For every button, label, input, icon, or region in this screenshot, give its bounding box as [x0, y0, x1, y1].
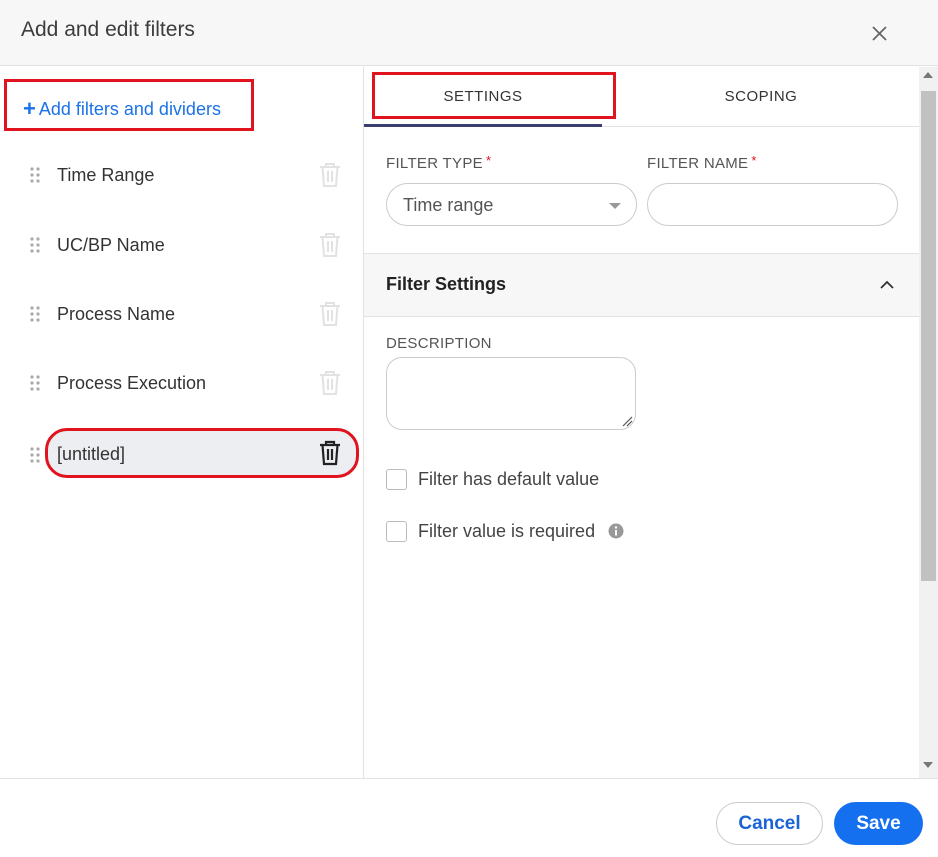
value-required-checkbox-row[interactable]: Filter value is required	[386, 520, 636, 544]
trash-icon[interactable]	[318, 440, 342, 466]
dialog-footer: Cancel Save	[0, 778, 938, 857]
cancel-button[interactable]: Cancel	[716, 802, 823, 845]
trash-icon[interactable]	[318, 232, 342, 258]
drag-handle-icon[interactable]	[29, 374, 41, 392]
filter-settings-section-header[interactable]: Filter Settings	[364, 253, 919, 317]
drag-handle-icon[interactable]	[29, 446, 41, 464]
save-button[interactable]: Save	[834, 802, 923, 845]
trash-icon[interactable]	[318, 370, 342, 396]
resize-grip-icon[interactable]	[621, 415, 633, 427]
filter-name-label: FILTER NAME *	[647, 153, 757, 172]
checkbox-label: Filter value is required	[418, 521, 596, 541]
default-value-checkbox[interactable]	[386, 469, 407, 490]
filter-item-uc-bp-name[interactable]: UC/BP Name	[0, 222, 364, 268]
add-filters-label: Add filters and dividers	[38, 99, 221, 119]
active-tab-indicator	[364, 124, 602, 127]
filter-item-process-execution[interactable]: Process Execution	[0, 360, 364, 406]
add-filters-highlight: + Add filters and dividers	[4, 79, 254, 131]
scroll-up-arrow-icon[interactable]	[923, 72, 933, 78]
chevron-up-icon[interactable]	[878, 276, 896, 294]
filter-type-value: Time range	[403, 195, 494, 215]
filter-item-label: [untitled]	[57, 444, 126, 464]
required-marker: *	[751, 153, 757, 168]
dialog-header: Add and edit filters	[0, 0, 938, 66]
filter-type-label: FILTER TYPE *	[386, 153, 492, 172]
close-button[interactable]	[864, 18, 894, 48]
default-value-checkbox-row[interactable]: Filter has default value	[386, 468, 626, 492]
add-filters-and-dividers-link[interactable]: + Add filters and dividers	[23, 95, 221, 121]
value-required-checkbox[interactable]	[386, 521, 407, 542]
filter-item-process-name[interactable]: Process Name	[0, 291, 364, 337]
drag-handle-icon[interactable]	[29, 236, 41, 254]
checkbox-label: Filter has default value	[418, 469, 600, 489]
caret-down-icon	[609, 203, 621, 209]
scrollbar[interactable]	[919, 67, 938, 778]
filter-name-input[interactable]	[647, 183, 898, 226]
filter-item-untitled[interactable]: [untitled]	[0, 428, 364, 480]
description-textarea[interactable]	[386, 357, 636, 430]
info-icon[interactable]	[608, 523, 624, 539]
scroll-down-arrow-icon[interactable]	[923, 762, 933, 768]
filter-type-select[interactable]: Time range	[386, 183, 637, 226]
filter-item-time-range[interactable]: Time Range	[0, 152, 364, 198]
filter-list-panel: + Add filters and dividers Time Range UC/…	[0, 67, 364, 778]
scrollbar-thumb[interactable]	[921, 91, 936, 581]
filter-item-label: Process Execution	[57, 373, 207, 393]
settings-tab-highlight	[372, 72, 616, 119]
close-icon	[872, 26, 887, 41]
tab-bar: SETTINGS SCOPING	[364, 67, 919, 127]
trash-icon[interactable]	[318, 162, 342, 188]
filter-item-label: Process Name	[57, 304, 176, 324]
filter-item-label: Time Range	[57, 165, 155, 185]
section-title: Filter Settings	[386, 274, 507, 294]
trash-icon[interactable]	[318, 301, 342, 327]
dialog-title: Add and edit filters	[21, 18, 195, 41]
plus-icon: +	[23, 96, 36, 121]
drag-handle-icon[interactable]	[29, 305, 41, 323]
tab-scoping[interactable]: SCOPING	[642, 67, 880, 127]
filter-item-label: UC/BP Name	[57, 235, 165, 255]
description-label: DESCRIPTION	[386, 335, 492, 352]
required-marker: *	[485, 153, 492, 168]
drag-handle-icon[interactable]	[29, 166, 41, 184]
